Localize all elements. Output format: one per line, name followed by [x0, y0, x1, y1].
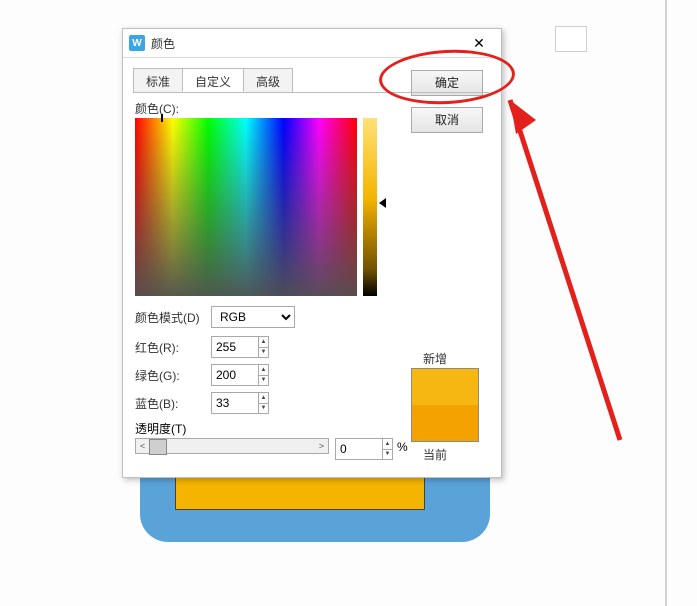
mode-label: 颜色模式(D) [135, 309, 211, 326]
tab-advanced[interactable]: 高级 [243, 68, 293, 92]
green-label: 绿色(G): [135, 367, 211, 384]
color-mode-select[interactable]: RGB [211, 306, 295, 328]
tab-standard[interactable]: 标准 [133, 68, 183, 92]
spin-up-icon[interactable]: ▲ [259, 337, 268, 348]
app-icon: W [129, 35, 145, 51]
spin-up-icon[interactable]: ▲ [259, 365, 268, 376]
chevron-left-icon[interactable]: < [140, 441, 145, 451]
spin-down-icon[interactable]: ▼ [259, 376, 268, 386]
tabs: 标准 自定义 高级 [133, 68, 292, 92]
color-picker-cursor [161, 114, 163, 122]
green-input[interactable] [212, 365, 258, 385]
opacity-slider-thumb[interactable] [149, 439, 167, 455]
blue-input[interactable] [212, 393, 258, 413]
brightness-slider[interactable] [363, 118, 377, 296]
close-button[interactable]: ✕ [463, 31, 495, 55]
opacity-input[interactable] [336, 439, 382, 459]
cancel-button[interactable]: 取消 [411, 107, 483, 133]
blue-label: 蓝色(B): [135, 395, 211, 412]
spin-up-icon[interactable]: ▲ [383, 439, 392, 450]
opacity-spinner[interactable]: ▲ ▼ [382, 439, 392, 459]
close-icon: ✕ [473, 35, 485, 52]
preview-current-swatch [412, 405, 478, 441]
blue-spinner[interactable]: ▲ ▼ [258, 393, 268, 413]
percent-label: % [397, 440, 408, 454]
red-label: 红色(R): [135, 339, 211, 356]
brightness-pointer-icon [379, 198, 386, 208]
spin-down-icon[interactable]: ▼ [259, 404, 268, 414]
spin-down-icon[interactable]: ▼ [383, 450, 392, 460]
preview-current-label: 当前 [423, 446, 447, 463]
background-swatch [555, 26, 587, 52]
titlebar: W 颜色 ✕ [123, 29, 501, 58]
spin-down-icon[interactable]: ▼ [259, 348, 268, 358]
tab-custom[interactable]: 自定义 [182, 68, 244, 92]
red-input[interactable] [212, 337, 258, 357]
spin-up-icon[interactable]: ▲ [259, 393, 268, 404]
window-title: 颜色 [151, 35, 463, 52]
color-preview [411, 368, 479, 442]
chevron-right-icon[interactable]: > [319, 441, 324, 451]
preview-new-swatch [412, 369, 478, 405]
red-spinner[interactable]: ▲ ▼ [258, 337, 268, 357]
color-dialog: W 颜色 ✕ 标准 自定义 高级 确定 取消 颜色(C): 颜色模式(D) RG… [122, 28, 502, 478]
color-canvas[interactable] [135, 118, 357, 296]
color-label: 颜色(C): [135, 100, 179, 117]
opacity-label: 透明度(T) [135, 420, 186, 437]
preview-new-label: 新增 [423, 350, 447, 367]
green-spinner[interactable]: ▲ ▼ [258, 365, 268, 385]
